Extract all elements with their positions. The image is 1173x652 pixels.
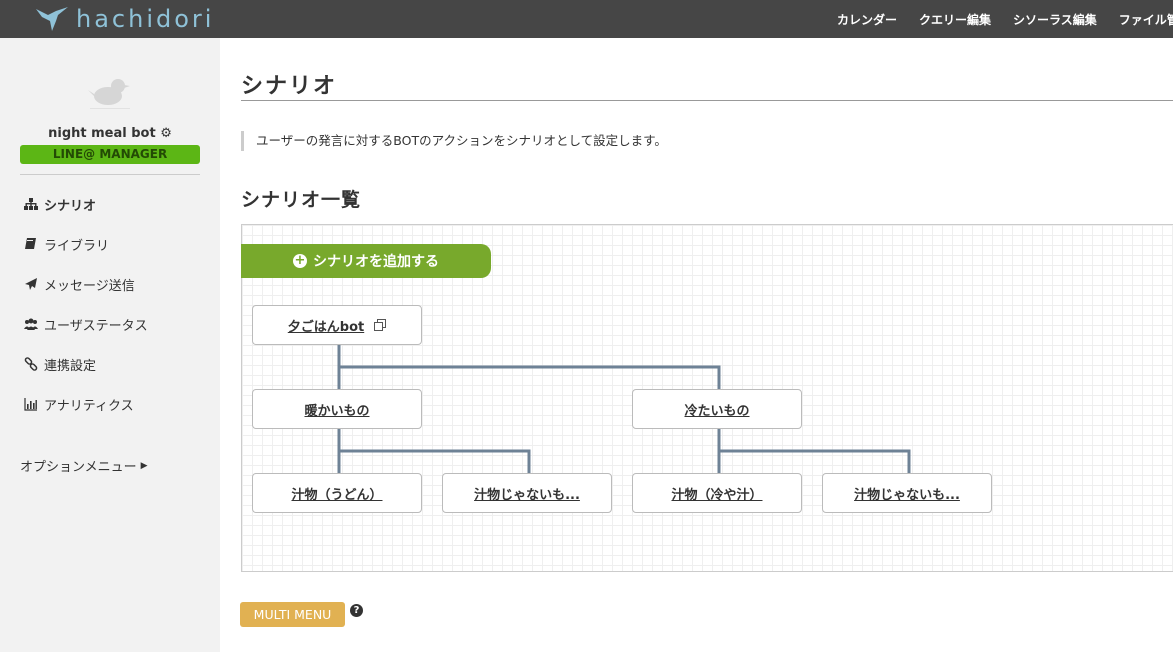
scenario-node-label: 汁物（冷や汁） (671, 487, 763, 503)
sidebar-item-library[interactable]: ライブラリ (24, 234, 109, 254)
bot-name-text: night meal bot (48, 126, 156, 141)
scenario-node-soup-udon[interactable]: 汁物（うどん） (252, 473, 422, 513)
sidebar-item-label: ライブラリ (44, 238, 110, 254)
page-description: ユーザーの発言に対するBOTのアクションをシナリオとして設定します。 (241, 131, 667, 151)
sidebar-item-label: シナリオ (44, 198, 97, 214)
title-divider (241, 100, 1173, 101)
option-menu-toggle[interactable]: オプションメニュー ▶ (20, 456, 148, 475)
scenario-node-not-soup-cold[interactable]: 汁物じゃないも... (822, 473, 992, 513)
question-circle-icon[interactable]: ? (350, 604, 363, 617)
scenario-node-label: 冷たいもの (684, 403, 750, 419)
logo[interactable]: hachidori (34, 4, 214, 34)
top-nav: カレンダー クエリー編集 シソーラス編集 ファイル管 (826, 0, 1173, 38)
line-manager-badge[interactable]: LINE@ MANAGER (20, 145, 200, 164)
bot-name: night meal bot ⚙ (20, 126, 200, 141)
scenario-node-label: 夕ごはんbot (287, 319, 365, 335)
sidebar-item-user-status[interactable]: ユーザステータス (24, 314, 148, 334)
bar-chart-icon (24, 398, 37, 411)
sidebar-item-label: メッセージ送信 (44, 278, 135, 294)
nav-file-manage[interactable]: ファイル管 (1119, 11, 1173, 28)
caret-right-icon: ▶ (140, 460, 148, 471)
section-title: シナリオ一覧 (241, 189, 362, 211)
sidebar: night meal bot ⚙ LINE@ MANAGER シナリオ ライブラ… (0, 38, 220, 652)
logo-text: hachidori (76, 5, 215, 33)
scenario-node-not-soup-warm[interactable]: 汁物じゃないも... (442, 473, 612, 513)
sidebar-item-scenario[interactable]: シナリオ (24, 194, 96, 214)
book-icon (25, 238, 36, 249)
paper-plane-icon (25, 278, 37, 290)
multi-menu-button[interactable]: MULTI MENU (240, 602, 345, 627)
sidebar-item-label: 連携設定 (44, 358, 97, 374)
sidebar-item-send-message[interactable]: メッセージ送信 (24, 274, 135, 294)
sidebar-item-label: アナリティクス (44, 398, 134, 414)
users-icon (24, 318, 38, 330)
option-menu-label: オプションメニュー (20, 460, 137, 475)
gear-icon[interactable]: ⚙ (160, 126, 172, 141)
bot-avatar-icon (88, 79, 130, 109)
scenario-node-label: 汁物じゃないも... (854, 487, 960, 503)
scenario-node-soup-hiyajiru[interactable]: 汁物（冷や汁） (632, 473, 802, 513)
copy-icon[interactable] (374, 319, 387, 331)
sidebar-divider (20, 174, 200, 175)
link-icon (24, 357, 38, 371)
top-bar: hachidori カレンダー クエリー編集 シソーラス編集 ファイル管 (0, 0, 1173, 38)
scenario-node-label: 暖かいもの (304, 403, 370, 419)
main-content: シナリオ ユーザーの発言に対するBOTのアクションをシナリオとして設定します。 … (220, 38, 1173, 652)
scenario-node-cold[interactable]: 冷たいもの (632, 389, 802, 429)
scenario-node-root[interactable]: 夕ごはんbot (252, 305, 422, 345)
hummingbird-logo-icon (36, 7, 68, 31)
nav-calendar[interactable]: カレンダー (837, 11, 897, 28)
scenario-node-label: 汁物（うどん） (291, 487, 383, 503)
sidebar-item-label: ユーザステータス (44, 318, 148, 334)
sitemap-icon (24, 198, 38, 210)
scenario-node-warm[interactable]: 暖かいもの (252, 389, 422, 429)
scenario-canvas: + シナリオを追加する 夕ごはんbot 暖かいもの 冷たいもの 汁物（うどん） … (241, 224, 1173, 572)
sidebar-item-integration[interactable]: 連携設定 (24, 354, 96, 374)
page-title: シナリオ (241, 74, 338, 99)
scenario-node-label: 汁物じゃないも... (474, 487, 580, 503)
nav-query-edit[interactable]: クエリー編集 (919, 11, 991, 28)
nav-thesaurus-edit[interactable]: シソーラス編集 (1013, 11, 1097, 28)
sidebar-item-analytics[interactable]: アナリティクス (24, 394, 134, 414)
